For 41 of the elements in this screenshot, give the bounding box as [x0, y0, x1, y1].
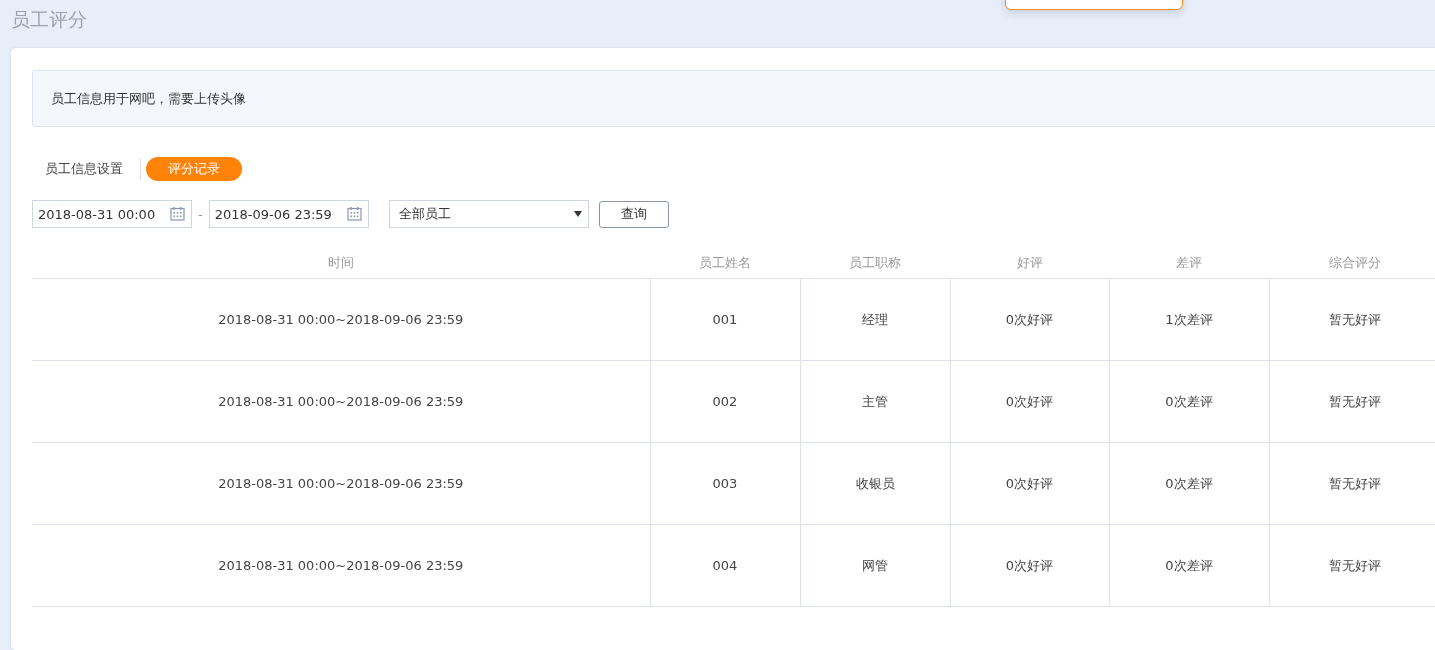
table-cell: 0次好评 [950, 524, 1109, 607]
notice-text: 员工信息用于网吧，需要上传头像 [51, 89, 246, 108]
calendar-icon[interactable] [170, 207, 185, 221]
table-cell: 2018-08-31 00:00~2018-09-06 23:59 [32, 442, 650, 525]
table-cell: 0次差评 [1109, 442, 1269, 525]
table-cell: 收银员 [800, 442, 950, 525]
table-cell: 002 [650, 360, 800, 443]
table-cell: 暂无好评 [1269, 524, 1435, 607]
column-header: 好评 [950, 247, 1109, 279]
table-cell: 001 [650, 278, 800, 361]
table-cell: 2018-08-31 00:00~2018-09-06 23:59 [32, 278, 650, 361]
table-cell: 网管 [800, 524, 950, 607]
table-cell: 0次好评 [950, 278, 1109, 361]
table-cell: 2018-08-31 00:00~2018-09-06 23:59 [32, 360, 650, 443]
table-cell: 003 [650, 442, 800, 525]
query-button[interactable]: 查询 [598, 200, 669, 228]
table-cell: 004 [650, 524, 800, 607]
table-cell: 0次差评 [1109, 524, 1269, 607]
column-header: 差评 [1109, 247, 1269, 279]
column-header: 员工职称 [800, 247, 950, 279]
start-date-field[interactable]: 2018-08-31 00:00 [32, 200, 192, 228]
column-header: 综合评分 [1269, 247, 1435, 279]
table-cell: 暂无好评 [1269, 278, 1435, 361]
calendar-icon[interactable] [346, 207, 362, 221]
table-cell: 暂无好评 [1269, 360, 1435, 443]
column-header: 员工姓名 [650, 247, 800, 279]
column-header: 时间 [32, 247, 650, 279]
employee-dropdown[interactable]: 全部员工 [388, 200, 589, 228]
table-cell: 0次差评 [1109, 360, 1269, 443]
table-cell: 主管 [800, 360, 950, 443]
table-cell: 1次差评 [1109, 278, 1269, 361]
page-title: 员工评分 [11, 7, 87, 32]
table-cell: 2018-08-31 00:00~2018-09-06 23:59 [32, 524, 650, 607]
caret-icon [573, 211, 582, 217]
table-cell: 经理 [800, 278, 950, 361]
table-cell: 0次好评 [950, 442, 1109, 525]
table-cell: 0次好评 [950, 360, 1109, 443]
tab[interactable]: 员工信息设置 [33, 157, 135, 181]
date-separator: - [198, 206, 203, 222]
end-date-field[interactable]: 2018-09-06 23:59 [208, 200, 369, 228]
table-cell: 暂无好评 [1269, 442, 1435, 525]
